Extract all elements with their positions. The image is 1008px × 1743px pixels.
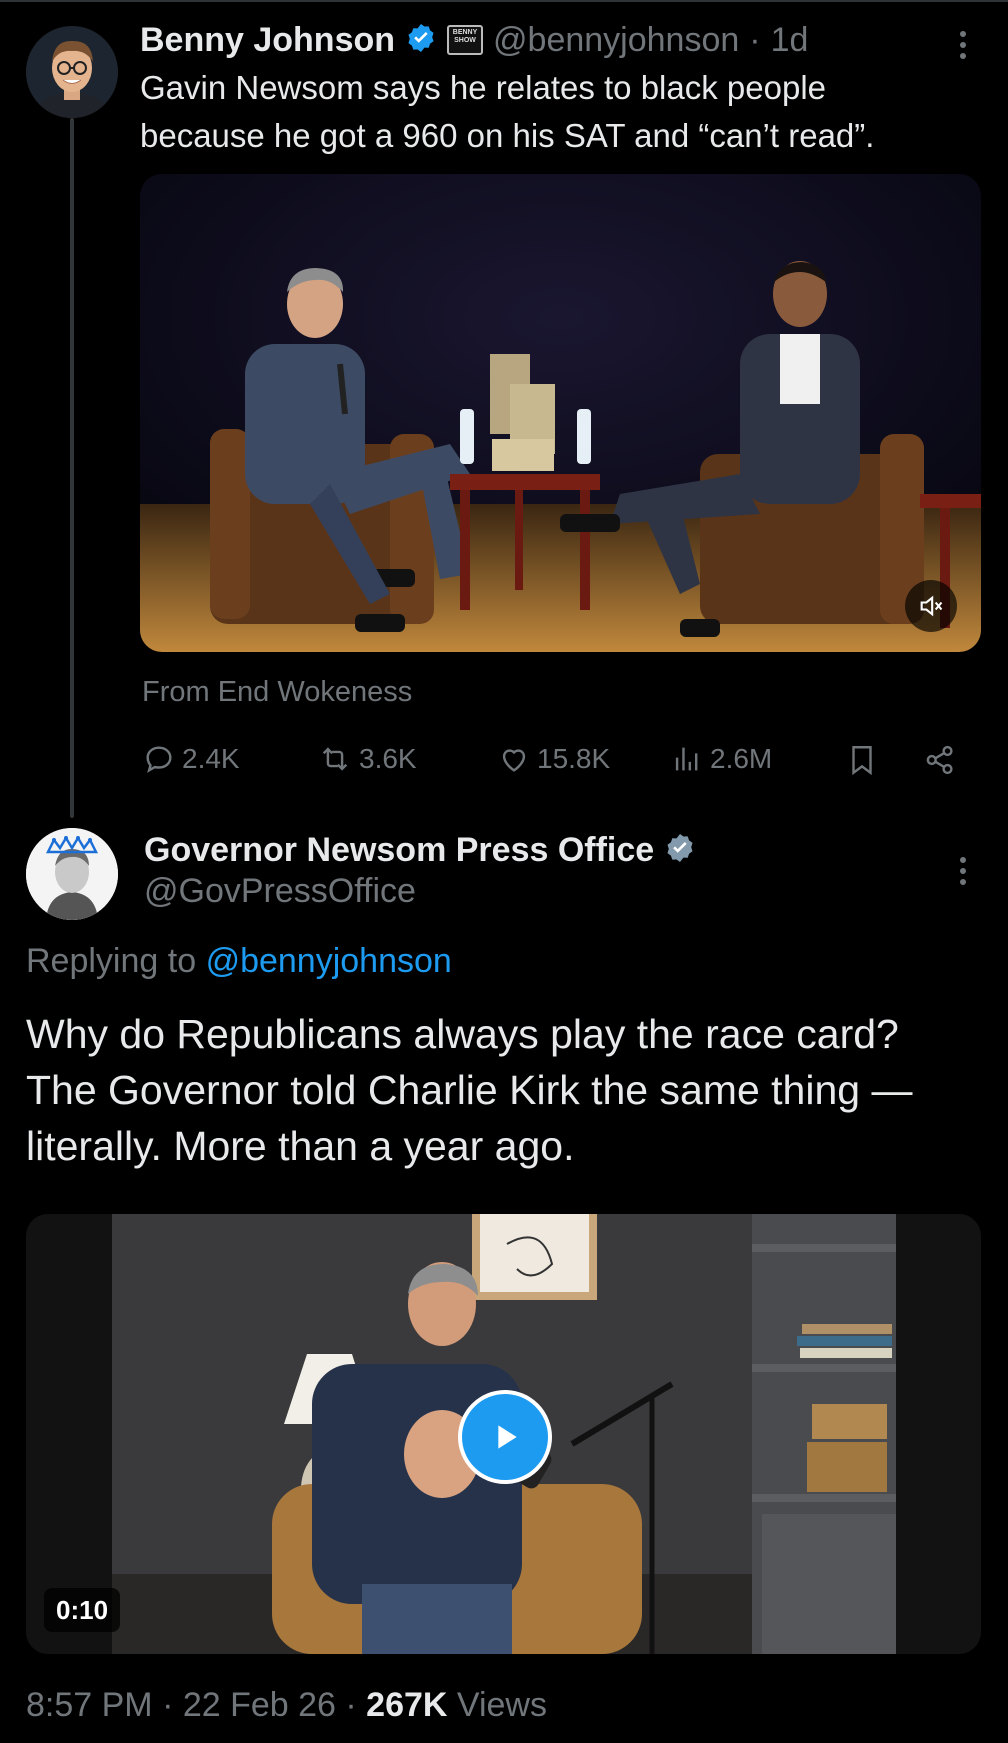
tweet2-text-line1: Why do Republicans always play the race … — [26, 1011, 899, 1057]
reply-button[interactable]: 2.4K — [142, 742, 240, 776]
tweet-time[interactable]: 1d — [771, 21, 809, 60]
tweet1-text-line2: because he got a 960 on his SAT and “can… — [140, 117, 875, 154]
timestamp[interactable]: 8:57 PM · 22 Feb 26 · — [26, 1686, 366, 1724]
replying-to: Replying to @bennyjohnson — [26, 942, 452, 980]
tweet1-text-line1: Gavin Newsom says he relates to black pe… — [140, 69, 827, 106]
tweet2-video[interactable]: 0:10 — [26, 1214, 981, 1654]
tweet1-video[interactable] — [140, 174, 981, 652]
views-count: 267K — [366, 1686, 448, 1724]
reply-icon — [146, 746, 172, 773]
tweet2-text-line3: literally. More than a year ago. — [26, 1123, 575, 1169]
tweet1-action-bar: 2.4K 3.6K 15.8K 2.6M — [142, 738, 962, 782]
top-divider — [0, 0, 1008, 2]
tweet2-text-line2: The Governor told Charlie Kirk the same … — [26, 1067, 913, 1113]
author-avatar-benny[interactable] — [26, 26, 118, 118]
play-icon[interactable] — [458, 1390, 552, 1484]
media-source-attribution[interactable]: From End Wokeness — [142, 676, 412, 709]
bookmark-icon[interactable] — [845, 742, 879, 783]
author-handle[interactable]: @GovPressOffice — [144, 872, 416, 911]
affiliate-badge-icon: BENNY SHOW — [447, 25, 484, 55]
views-label: Views — [447, 1686, 547, 1724]
tweet1-text: Gavin Newsom says he relates to black pe… — [140, 64, 874, 160]
mute-icon[interactable] — [905, 580, 957, 632]
thread-connector-line — [70, 118, 74, 818]
video-duration: 0:10 — [44, 1588, 121, 1632]
like-icon — [502, 749, 526, 772]
verified-badge-icon — [405, 22, 437, 59]
tweet-timestamp-views: 8:57 PM · 22 Feb 26 · 267K Views — [26, 1686, 547, 1725]
author-avatar-govpressoffice[interactable] — [26, 828, 118, 920]
tweet2-header: Governor Newsom Press Office — [144, 826, 696, 874]
more-options-icon[interactable] — [957, 852, 969, 890]
author-name[interactable]: Governor Newsom Press Office — [144, 831, 654, 870]
separator-dot: · — [749, 20, 761, 59]
tweet2-text: Why do Republicans always play the race … — [26, 1006, 912, 1174]
share-icon[interactable] — [922, 742, 958, 783]
views-icon — [675, 747, 698, 771]
author-handle[interactable]: @bennyjohnson — [493, 21, 739, 60]
views-button[interactable]: 2.6M — [670, 742, 772, 776]
replying-to-handle-link[interactable]: @bennyjohnson — [206, 942, 452, 980]
repost-icon — [322, 747, 348, 771]
stage-scene-image — [140, 174, 981, 652]
verified-badge-icon — [664, 832, 696, 869]
tweet1-header: Benny Johnson BENNY SHOW @bennyjohnson ·… — [140, 16, 808, 64]
repost-button[interactable]: 3.6K — [317, 742, 417, 776]
like-button[interactable]: 15.8K — [497, 742, 610, 776]
author-name[interactable]: Benny Johnson — [140, 21, 395, 60]
more-options-icon[interactable] — [957, 26, 969, 64]
